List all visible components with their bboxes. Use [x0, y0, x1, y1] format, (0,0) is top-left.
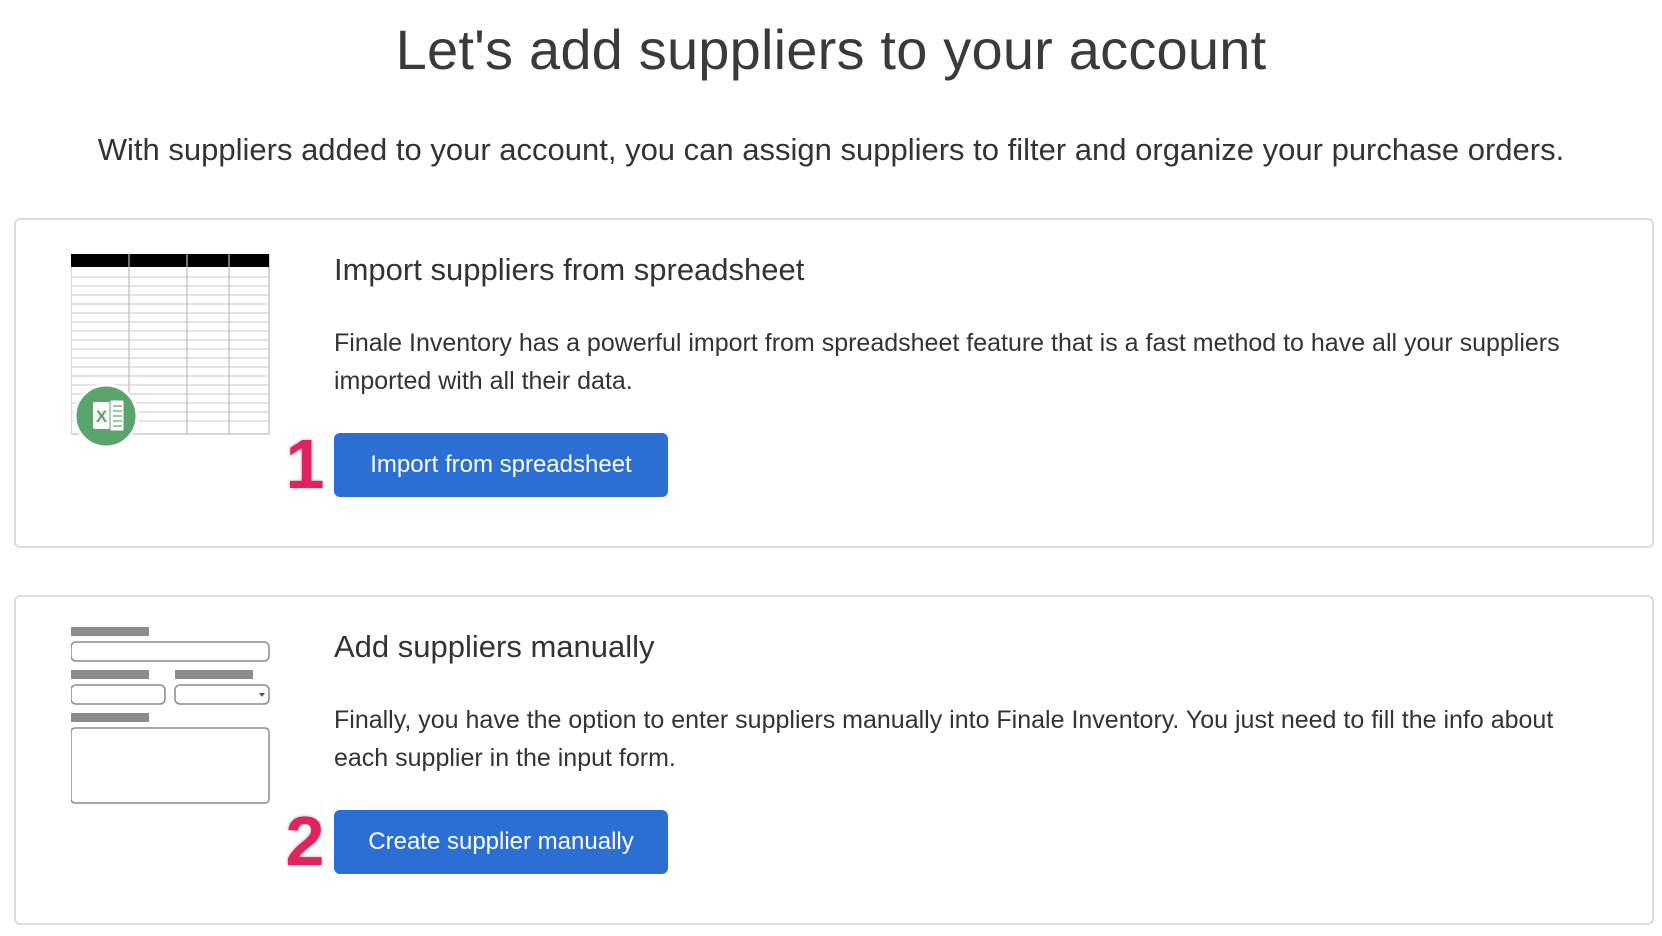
import-suppliers-card: X Import suppliers from spreadsheet Fina…	[14, 218, 1654, 548]
excel-badge-icon: X	[73, 383, 139, 449]
add-suppliers-manually-card: Add suppliers manually Finally, you have…	[14, 595, 1654, 925]
input-form-icon	[71, 627, 270, 804]
import-card-description: Finale Inventory has a powerful import f…	[334, 329, 1560, 395]
excel-badge-letter: X	[96, 407, 108, 426]
create-supplier-manually-button[interactable]: Create supplier manually	[334, 810, 668, 874]
step-number-badge: 1	[284, 425, 326, 504]
step-number-badge: 2	[284, 802, 326, 881]
import-from-spreadsheet-button[interactable]: Import from spreadsheet	[334, 433, 668, 497]
page-title: Let's add suppliers to your account	[395, 18, 1267, 81]
manual-card-heading: Add suppliers manually	[334, 629, 655, 664]
page-subtitle: With suppliers added to your account, yo…	[97, 132, 1565, 167]
manual-card-description: Finally, you have the option to enter su…	[334, 706, 1554, 772]
excel-spreadsheet-icon: X	[71, 254, 270, 449]
import-card-heading: Import suppliers from spreadsheet	[334, 252, 805, 287]
